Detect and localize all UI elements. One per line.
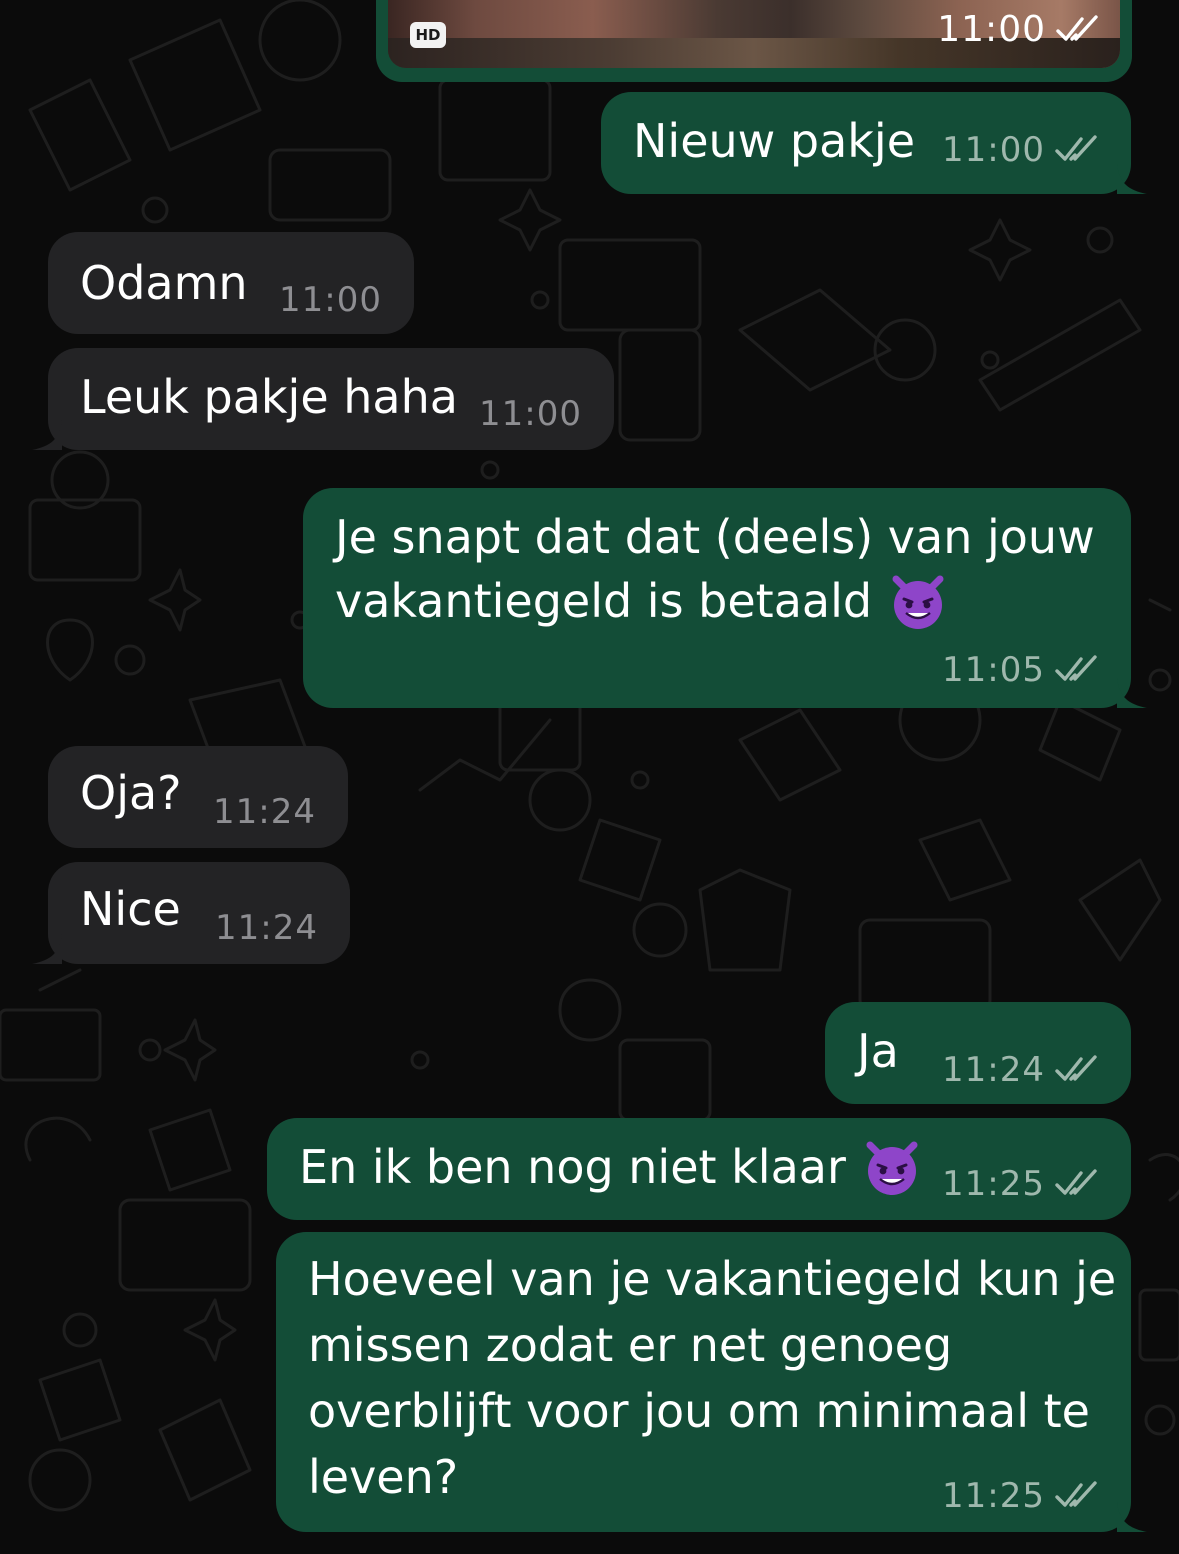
read-receipt-icon xyxy=(1056,15,1098,41)
bubble-tail xyxy=(1117,678,1147,708)
message-time: 11:24 xyxy=(213,792,316,832)
message-bubble-incoming[interactable]: Leuk pakje haha 11:00 xyxy=(32,348,614,450)
media-message-meta: 11:00 xyxy=(937,10,1102,50)
message-meta: 11:25 xyxy=(942,1476,1101,1516)
message-bubble-incoming[interactable]: Odamn 11:00 xyxy=(48,232,414,334)
smiling-imp-emoji-icon xyxy=(866,1141,918,1195)
message-bubble-outgoing[interactable]: Je snapt dat dat (deels) van jouw vakant… xyxy=(303,488,1147,708)
message-time: 11:00 xyxy=(942,130,1045,170)
message-meta: 11:05 xyxy=(942,650,1101,690)
message-bubble-incoming[interactable]: Oja? 11:24 xyxy=(48,746,348,848)
read-receipt-icon xyxy=(1055,135,1097,161)
message-text: Nieuw pakje xyxy=(633,114,915,168)
message-bubble-outgoing[interactable]: Ja 11:24 xyxy=(825,1002,1131,1104)
message-bubble-incoming[interactable]: Nice 11:24 xyxy=(32,862,350,964)
read-receipt-icon xyxy=(1055,1481,1097,1507)
bubble-tail xyxy=(32,934,62,964)
message-text-line: missen zodat er net genoeg xyxy=(308,1318,953,1372)
message-meta: 11:00 xyxy=(942,130,1101,170)
read-receipt-icon xyxy=(1055,1169,1097,1195)
message-meta: 11:24 xyxy=(215,908,318,948)
message-time: 11:00 xyxy=(937,9,1046,50)
smiling-imp-emoji-icon xyxy=(892,575,944,629)
message-meta: 11:00 xyxy=(479,394,582,434)
message-text-line: Je snapt dat dat (deels) van jouw xyxy=(335,510,1095,564)
message-bubble-outgoing[interactable]: Nieuw pakje 11:00 xyxy=(601,92,1147,194)
message-text: Ja xyxy=(857,1024,899,1078)
bubble-tail xyxy=(1117,1502,1147,1532)
message-time: 11:00 xyxy=(479,394,582,434)
chat-view[interactable]: HD 11:00 Nieuw pakje 11:00 Odamn 11:00 L… xyxy=(0,0,1179,1554)
message-bubble-outgoing[interactable]: En ik ben nog niet klaar 11:25 xyxy=(267,1118,1131,1220)
bubble-tail xyxy=(1117,164,1147,194)
hd-badge: HD xyxy=(410,22,446,48)
message-time: 11:24 xyxy=(942,1050,1045,1090)
media-message-bubble[interactable]: HD 11:00 xyxy=(376,0,1132,82)
bubble-tail xyxy=(32,420,62,450)
message-text-content: En ik ben nog niet klaar xyxy=(299,1140,846,1194)
message-text-line: overblijft voor jou om minimaal te xyxy=(308,1384,1090,1438)
message-text-line: leven? xyxy=(308,1450,459,1504)
message-meta: 11:24 xyxy=(942,1050,1101,1090)
message-text: Oja? xyxy=(80,766,182,820)
message-time: 11:25 xyxy=(942,1164,1045,1204)
read-receipt-icon xyxy=(1055,655,1097,681)
message-text-line: Hoeveel van je vakantiegeld kun je xyxy=(308,1252,1117,1306)
message-text: Leuk pakje haha xyxy=(80,370,458,424)
message-time: 11:00 xyxy=(279,280,382,320)
message-meta: 11:00 xyxy=(279,280,382,320)
message-meta: 11:24 xyxy=(213,792,316,832)
message-text: En ik ben nog niet klaar xyxy=(299,1136,922,1198)
message-text: Odamn xyxy=(80,256,248,310)
message-time: 11:24 xyxy=(215,908,318,948)
message-bubble-outgoing[interactable]: Hoeveel van je vakantiegeld kun je misse… xyxy=(276,1232,1147,1532)
message-time: 11:05 xyxy=(942,650,1045,690)
message-text: Nice xyxy=(80,882,181,936)
message-time: 11:25 xyxy=(942,1476,1045,1516)
message-text-line: vakantiegeld is betaald xyxy=(335,570,948,632)
message-text-line: vakantiegeld is betaald xyxy=(335,574,873,628)
message-meta: 11:25 xyxy=(942,1164,1101,1204)
read-receipt-icon xyxy=(1055,1055,1097,1081)
